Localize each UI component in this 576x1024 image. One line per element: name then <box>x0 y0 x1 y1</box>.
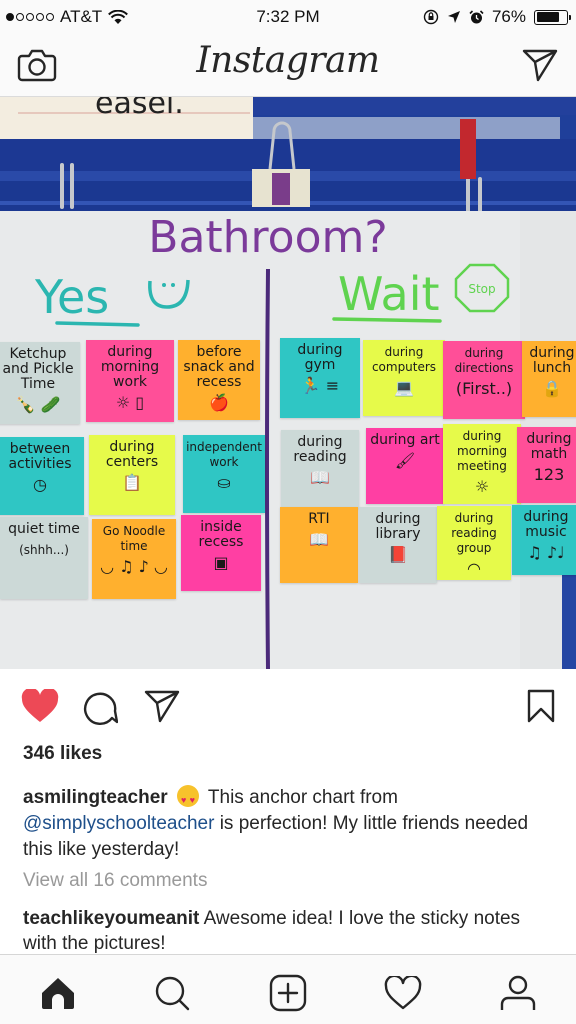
chart-title: Bathroom? <box>148 212 387 263</box>
tab-home[interactable] <box>38 973 78 1013</box>
orientation-lock-icon <box>423 9 439 25</box>
sticky-note: during directions (First..) <box>443 341 525 419</box>
wait-heading: Wait <box>338 267 440 321</box>
comment-username[interactable]: teachlikeyoumeanit <box>23 908 199 929</box>
heart-icon[interactable] <box>21 689 59 723</box>
comment-icon[interactable] <box>82 689 118 725</box>
home-icon <box>42 978 74 1009</box>
alarm-icon <box>469 9 484 23</box>
sticky-note: during art 🖌 <box>366 428 444 504</box>
search-icon <box>155 976 190 1011</box>
caption-text: This anchor chart from <box>207 787 398 808</box>
tab-search[interactable] <box>152 973 192 1013</box>
sticky-note: inside recess ▣ <box>181 515 261 591</box>
sticky-note: during gym 🏃 ≡ <box>280 338 360 418</box>
easel-label: easel. <box>95 97 184 121</box>
sticky-note: during math 123 <box>517 427 576 503</box>
post-actions <box>0 669 576 741</box>
battery-icon <box>534 9 571 25</box>
app-header: Instagram <box>0 34 576 97</box>
tab-profile[interactable] <box>498 973 538 1013</box>
sticky-note: Ketchup and Pickle Time 🍾 🥒 <box>0 342 80 424</box>
sticky-note: Go Noodle time ◡ ♫ ♪ ◡ <box>92 519 176 599</box>
status-bar: AT&T 7:32 PM 76% <box>0 0 576 34</box>
sticky-note: during morning meeting ☼ <box>443 424 521 504</box>
activity-heart-icon <box>384 976 422 1010</box>
bookmark-icon[interactable] <box>527 689 555 723</box>
heart-eyes-emoji-icon <box>176 785 199 813</box>
comment: teachlikeyoumeanit Awesome idea! I love … <box>23 906 558 956</box>
sticky-note: during centers 📋 <box>89 435 175 515</box>
sticky-note: RTI 📖 <box>280 507 358 583</box>
sticky-note: during reading 📖 <box>281 430 359 508</box>
caption-username[interactable]: asmilingteacher <box>23 787 168 808</box>
tab-activity[interactable] <box>383 973 423 1013</box>
sticky-note: between activities ◷ <box>0 437 84 515</box>
post-caption: asmilingteacher This anchor chart from @… <box>23 785 558 863</box>
sticky-note: during morning work ☼ ▯ <box>86 340 174 422</box>
sticky-note: during library 📕 <box>359 507 437 583</box>
caption-mention[interactable]: @simplyschoolteacher <box>23 813 214 834</box>
stop-sign: Stop <box>468 282 495 296</box>
add-post-icon <box>269 974 307 1012</box>
sticky-note: quiet time (shhh...) <box>0 517 88 599</box>
sticky-note: during computers 💻 <box>363 340 445 416</box>
share-icon[interactable] <box>144 689 180 723</box>
profile-icon <box>500 975 536 1010</box>
sticky-note: during lunch 🔒 <box>522 341 576 417</box>
battery-percent: 76% <box>491 7 526 26</box>
post-photo[interactable]: Bathroom? Yes Wait Stop easel. Ketchup a… <box>0 97 576 669</box>
yes-heading: Yes <box>34 270 109 324</box>
sticky-note: during music ♫ ♪♩ <box>512 505 576 575</box>
sticky-note: independent work ⛀ <box>183 435 265 513</box>
location-icon <box>447 11 460 23</box>
view-all-comments-link[interactable]: View all 16 comments <box>23 870 207 892</box>
sticky-note: during reading group ◠ <box>437 506 511 580</box>
tab-new-post[interactable] <box>268 973 308 1013</box>
bottom-tab-bar <box>0 954 576 1024</box>
direct-message-icon[interactable] <box>522 48 558 82</box>
likes-count[interactable]: 346 likes <box>23 743 102 765</box>
sticky-note: before snack and recess 🍎 <box>178 340 260 420</box>
instagram-logo[interactable]: Instagram <box>0 40 576 81</box>
battery-fill <box>536 12 559 22</box>
